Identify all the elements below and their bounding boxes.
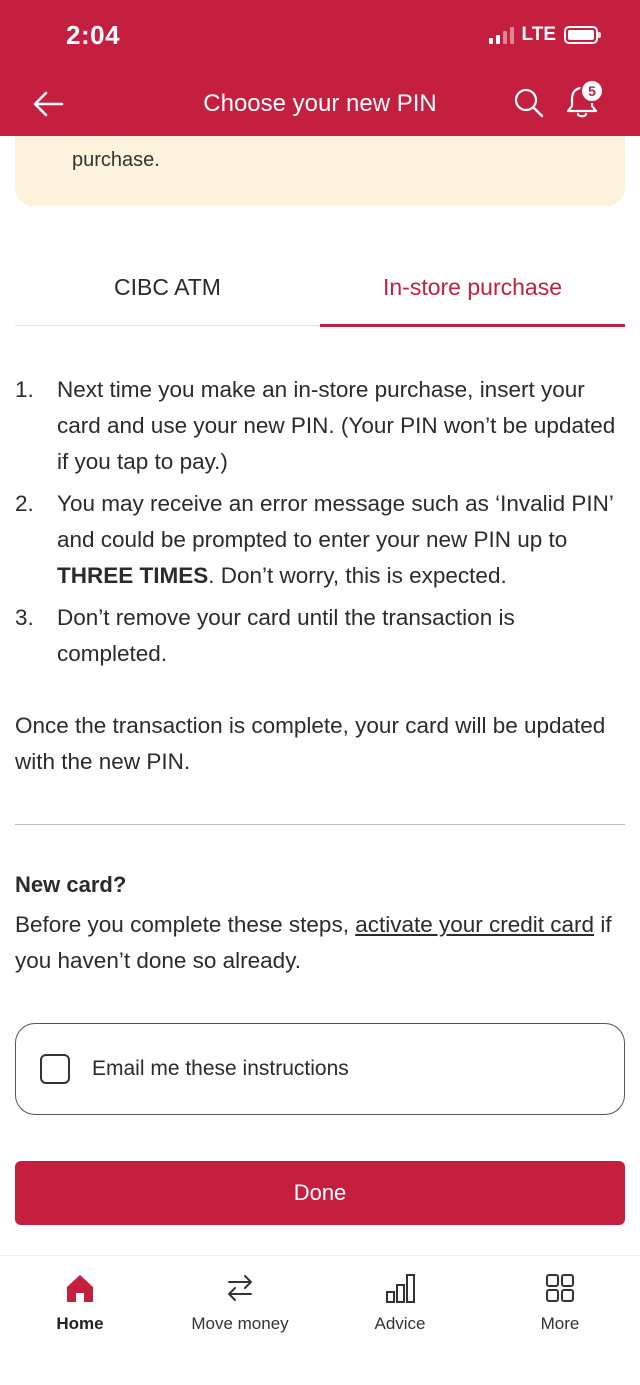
nav-item-advice[interactable]: Advice (320, 1270, 480, 1334)
step-text: Next time you make an in-store purchase,… (57, 377, 616, 474)
step-text-part: . Don’t worry, this is expected. (208, 563, 507, 588)
divider (15, 824, 625, 825)
info-text: purchase. (72, 149, 160, 171)
activate-card-link[interactable]: activate your credit card (355, 912, 594, 937)
nav-label: Home (56, 1314, 104, 1333)
search-icon[interactable] (512, 86, 546, 120)
grid-icon (546, 1274, 574, 1302)
nav-label: Advice (374, 1314, 426, 1333)
signal-icon (488, 26, 514, 44)
network-label: LTE (521, 24, 556, 45)
step-number: 2. (15, 491, 34, 516)
step-number: 3. (15, 605, 34, 630)
transfer-icon (228, 1275, 252, 1301)
notification-badge: 5 (580, 79, 604, 103)
step-text-emphasis: THREE TIMES (57, 563, 209, 588)
email-checkbox[interactable] (40, 1054, 70, 1084)
step-item: 3. Don’t remove your card until the tran… (15, 600, 625, 672)
step-text: Don’t remove your card until the transac… (57, 605, 515, 666)
email-instructions-option[interactable]: Email me these instructions (15, 1023, 625, 1115)
step-text: You may receive an error message such as… (57, 486, 625, 594)
done-button[interactable]: Done (15, 1161, 625, 1225)
tab-cibc-atm[interactable]: CIBC ATM (15, 262, 320, 325)
nav-label: More (540, 1314, 580, 1333)
nav-item-more[interactable]: More (480, 1270, 640, 1334)
status-indicators: LTE (488, 24, 601, 46)
home-icon (67, 1275, 93, 1302)
bottom-nav: Home Move money Advice More (0, 1255, 640, 1385)
new-card-text-part: Before you complete these steps, (15, 912, 356, 937)
tab-in-store-purchase[interactable]: In-store purchase (320, 262, 625, 327)
nav-item-move-money[interactable]: Move money (160, 1270, 320, 1334)
step-text-part: You may receive an error message such as… (57, 491, 614, 552)
app-header: 2:04 LTE Choose your new PIN (0, 0, 640, 136)
step-number: 1. (15, 377, 34, 402)
new-card-text: Before you complete these steps, activat… (15, 907, 630, 979)
nav-item-home[interactable]: Home (0, 1270, 160, 1334)
step-item: 2. You may receive an error message such… (15, 486, 625, 594)
summary-text: Once the transaction is complete, your c… (15, 713, 606, 774)
bar-chart-icon (386, 1274, 415, 1303)
tab-bar: CIBC ATM In-store purchase (15, 262, 625, 327)
new-card-title: New card? (15, 872, 127, 897)
email-checkbox-label: Email me these instructions (92, 1057, 349, 1080)
instruction-steps: 1. Next time you make an in-store purcha… (15, 372, 625, 678)
step-item: 1. Next time you make an in-store purcha… (15, 372, 625, 480)
nav-label: Move money (191, 1314, 289, 1333)
status-time: 2:04 (66, 20, 121, 50)
battery-icon (564, 26, 601, 44)
